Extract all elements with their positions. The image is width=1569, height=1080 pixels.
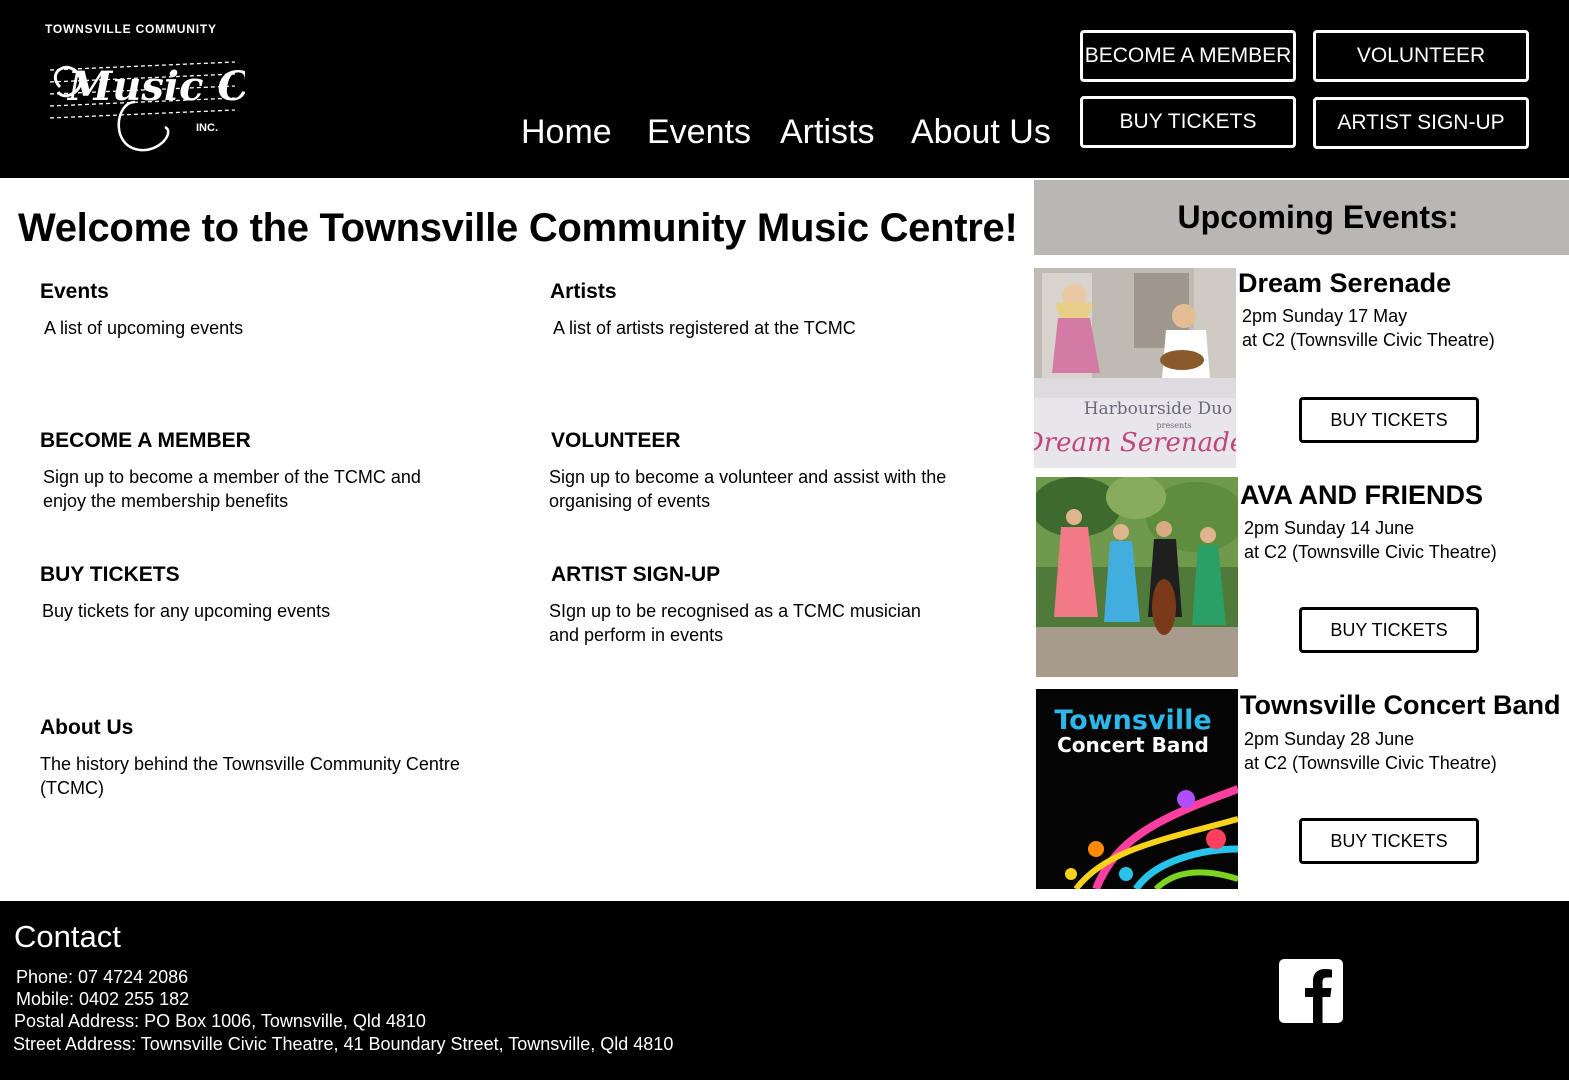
section-volunteer-title[interactable]: VOLUNTEER <box>551 429 681 453</box>
section-events-description: A list of upcoming events <box>44 318 244 338</box>
nav-events[interactable]: Events <box>647 113 751 152</box>
event-title[interactable]: Townsville Concert Band <box>1240 690 1561 721</box>
event-venue: at C2 (Townsville Civic Theatre) <box>1244 542 1497 562</box>
svg-text:Harbourside Duo: Harbourside Duo <box>1084 399 1233 419</box>
event-title[interactable]: Dream Serenade <box>1238 268 1451 299</box>
site-footer: Contact Phone: 07 4724 2086 Mobile: 0402… <box>0 901 1569 1080</box>
section-artists-description: A list of artists registered at the TCMC <box>553 318 856 338</box>
section-artist-signup-description: SIgn up to be recognised as a TCMC music… <box>549 601 921 645</box>
contact-heading: Contact <box>14 919 121 954</box>
section-buy-tickets-title[interactable]: BUY TICKETS <box>40 563 180 587</box>
site-header: TOWNSVILLE COMMUNITY Music Centre INC. H… <box>0 0 1569 178</box>
event-townsville-concert-band-image[interactable]: Townsville Concert Band <box>1036 689 1238 889</box>
event-venue: at C2 (Townsville Civic Theatre) <box>1244 753 1497 773</box>
svg-text:Dream Serenade: Dream Serenade <box>1034 428 1236 458</box>
event-title[interactable]: AVA AND FRIENDS <box>1240 480 1483 511</box>
event-time: 2pm Sunday 14 June <box>1244 518 1415 538</box>
facebook-icon[interactable] <box>1279 959 1343 1023</box>
event-venue: at C2 (Townsville Civic Theatre) <box>1242 330 1495 350</box>
section-about-us-description: The history behind the Townsville Commun… <box>40 754 460 798</box>
contact-phone: Phone: 07 4724 2086 <box>16 967 189 987</box>
site-logo[interactable]: TOWNSVILLE COMMUNITY Music Centre INC. <box>40 18 245 163</box>
section-about-us-title[interactable]: About Us <box>40 716 133 740</box>
contact-postal-address: Postal Address: PO Box 1006, Townsville,… <box>14 1011 426 1031</box>
nav-home[interactable]: Home <box>521 113 612 152</box>
contact-mobile: Mobile: 0402 255 182 <box>16 989 190 1009</box>
section-become-member-description: Sign up to become a member of the TCMC a… <box>43 467 421 511</box>
contact-street-address: Street Address: Townsville Civic Theatre… <box>13 1034 674 1054</box>
logo-inc-text: INC. <box>196 122 218 134</box>
section-buy-tickets-description: Buy tickets for any upcoming events <box>42 601 331 621</box>
event-ava-and-friends-image[interactable] <box>1036 477 1238 677</box>
section-artists-title[interactable]: Artists <box>550 280 617 304</box>
volunteer-button[interactable]: VOLUNTEER <box>1313 30 1529 82</box>
section-artist-signup-title[interactable]: ARTIST SIGN-UP <box>551 563 720 587</box>
event-time: 2pm Sunday 28 June <box>1244 729 1415 749</box>
event-dream-serenade-image[interactable]: Harbourside Duo presents Dream Serenade <box>1034 268 1236 468</box>
event-buy-tickets-button[interactable]: BUY TICKETS <box>1299 397 1479 443</box>
become-member-button[interactable]: BECOME A MEMBER <box>1080 30 1296 82</box>
logo-script-text: Music Centre <box>66 63 245 110</box>
event-buy-tickets-button[interactable]: BUY TICKETS <box>1299 818 1479 864</box>
upcoming-events-heading: Upcoming Events: <box>1034 180 1569 255</box>
svg-text:Concert Band: Concert Band <box>1057 733 1209 757</box>
section-volunteer-description: Sign up to become a volunteer and assist… <box>549 467 947 511</box>
buy-tickets-button[interactable]: BUY TICKETS <box>1080 96 1296 148</box>
nav-about-us[interactable]: About Us <box>911 113 1051 152</box>
svg-text:Townsville: Townsville <box>1054 705 1211 736</box>
page-title: Welcome to the Townsville Community Musi… <box>18 206 1018 250</box>
event-time: 2pm Sunday 17 May <box>1242 306 1408 326</box>
nav-artists[interactable]: Artists <box>780 113 874 152</box>
artist-signup-button[interactable]: ARTIST SIGN-UP <box>1313 97 1529 149</box>
section-become-member-title[interactable]: BECOME A MEMBER <box>40 429 251 453</box>
event-buy-tickets-button[interactable]: BUY TICKETS <box>1299 607 1479 653</box>
section-events-title[interactable]: Events <box>40 280 109 304</box>
logo-script-graphic: Music Centre <box>49 61 245 152</box>
